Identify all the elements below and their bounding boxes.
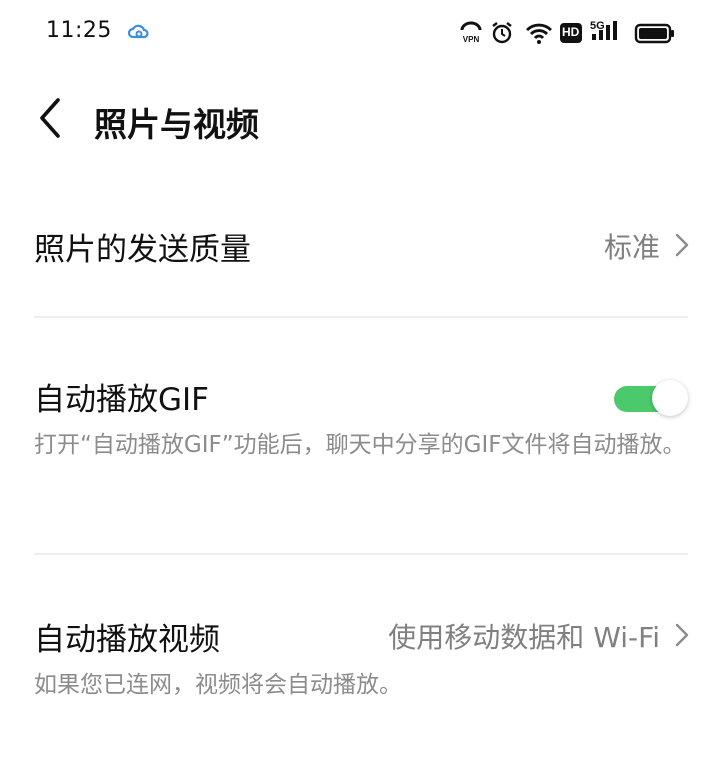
autoplay-video-title: 自动播放视频 [34,622,220,658]
toggle-knob [652,380,688,416]
vpn-icon: VPN [460,21,482,44]
autoplay-gif-title: 自动播放GIF [34,382,209,418]
autoplay-video-description: 如果您已连网，视频将会自动播放。 [34,672,402,698]
hd-badge-label: HD [562,25,580,39]
autoplay-gif-toggle[interactable] [612,378,688,416]
divider [34,316,688,318]
autoplay-video-row[interactable]: 自动播放视频 使用移动数据和 Wi-Fi 如果您已连网，视频将会自动播放。 [0,600,720,710]
battery-icon [634,23,674,44]
autoplay-gif-description: 打开“自动播放GIF”功能后，聊天中分享的GIF文件将自动播放。 [34,432,686,458]
header: 照片与视频 [0,80,720,160]
photo-quality-title: 照片的发送质量 [34,232,251,268]
chevron-right-icon [675,233,689,257]
page-title: 照片与视频 [94,105,259,144]
divider [34,553,688,555]
photo-quality-value: 标准 [603,231,660,264]
photo-quality-row[interactable]: 照片的发送质量 标准 [0,210,720,290]
svg-text:VPN: VPN [463,35,480,44]
signal-icon: 5G [590,20,624,46]
status-time: 11:25 [46,18,112,43]
autoplay-video-value: 使用移动数据和 Wi-Fi [388,621,660,654]
autoplay-gif-row: 自动播放GIF 打开“自动播放GIF”功能后，聊天中分享的GIF文件将自动播放。 [0,356,720,506]
back-button[interactable] [28,94,76,146]
cloud-sync-icon [128,24,149,39]
status-bar: 11:25 VPN HD 5G [0,0,720,64]
chevron-left-icon [40,98,60,138]
alarm-icon [492,22,512,44]
chevron-right-icon [675,623,689,647]
wifi-icon [526,23,552,44]
hd-badge: HD [560,23,582,43]
